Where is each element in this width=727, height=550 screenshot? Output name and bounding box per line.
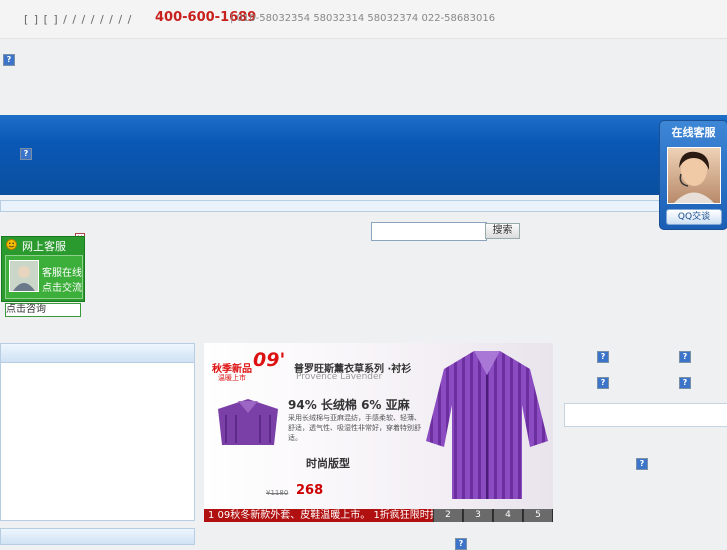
broken-image-icon[interactable]: ? — [636, 458, 648, 470]
left-panel-header — [1, 344, 194, 363]
promo-sub: 温暖上市 — [218, 374, 246, 382]
chat-line-online: 客服在线 — [42, 268, 82, 279]
online-service-title: 在线客服 — [671, 126, 716, 139]
top-links[interactable]: [ ] [ ] / / / / / / / / — [24, 13, 132, 26]
chat-widget-body[interactable]: 客服在线 点击交流 — [5, 255, 83, 299]
phone-numbers: | 010-58032354 58032314 58032374 022-586… — [230, 13, 496, 24]
promo-nav-bar: 1 09秋冬新款外套、皮鞋温暖上市。 1折疯狂限时抢购! 2 3 4 5 — [204, 509, 553, 522]
broken-image-icon: ? — [455, 538, 467, 550]
promo-caption[interactable]: 1 09秋冬新款外套、皮鞋温暖上市。 1折疯狂限时抢购! — [204, 509, 436, 522]
promo-price-new: 268 — [296, 483, 324, 498]
operator-avatar-icon — [13, 266, 35, 291]
right-box — [564, 403, 727, 427]
service-agent-photo — [667, 147, 721, 204]
avatar — [9, 260, 39, 292]
folded-shirt-image — [218, 399, 278, 445]
left-panel — [0, 343, 195, 521]
broken-image-icon[interactable]: ? — [597, 377, 609, 389]
promo-price-old: ¥1180 — [266, 489, 289, 497]
promo-page-4[interactable]: 4 — [493, 509, 522, 522]
smiley-icon — [6, 239, 17, 250]
search-input[interactable] — [371, 222, 487, 241]
nav-stripe — [0, 200, 727, 212]
consult-button[interactable]: 点击咨询 — [5, 303, 81, 317]
broken-image-icon: ? — [20, 148, 32, 160]
broken-image-icon[interactable]: ? — [679, 377, 691, 389]
promo-banner[interactable]: 秋季新品 09' 温暖上市 普罗旺斯薰衣草系列 ·衬衫 Provence Lav… — [204, 343, 553, 522]
qq-chat-button[interactable]: QQ交谈 — [666, 209, 722, 225]
promo-page-3[interactable]: 3 — [463, 509, 492, 522]
promo-year: 09' — [253, 349, 286, 371]
online-service-panel[interactable]: 在线客服 QQ交谈 — [659, 120, 727, 230]
promo-description: 采用长绒棉与亚麻混纺，手感柔软、轻薄、舒适，透气性、吸湿性非常好，穿着特别舒适。 — [288, 414, 421, 442]
agent-headset-icon — [674, 151, 714, 203]
left-panel-second-header — [0, 528, 195, 545]
promo-style-label: 时尚版型 — [306, 457, 350, 470]
promo-page-5[interactable]: 5 — [523, 509, 552, 522]
chat-widget-title: 网上客服 — [22, 240, 66, 253]
chat-widget-header: 网上客服 — [2, 237, 84, 253]
search-button[interactable]: 搜索 — [485, 223, 520, 239]
header-banner: ? — [0, 115, 727, 195]
broken-image-icon: ? — [3, 54, 15, 66]
chat-widget[interactable]: 网上客服 客服在线 点击交流 — [1, 236, 85, 302]
promo-fabric: 94% 长绒棉 6% 亚麻 — [288, 398, 410, 412]
chat-line-click: 点击交流 — [42, 283, 82, 294]
shirt-image — [426, 351, 548, 499]
broken-image-icon[interactable]: ? — [597, 351, 609, 363]
broken-image-icon[interactable]: ? — [679, 351, 691, 363]
promo-series-en: Provence Lavender — [296, 372, 383, 382]
promo-page-2[interactable]: 2 — [433, 509, 462, 522]
